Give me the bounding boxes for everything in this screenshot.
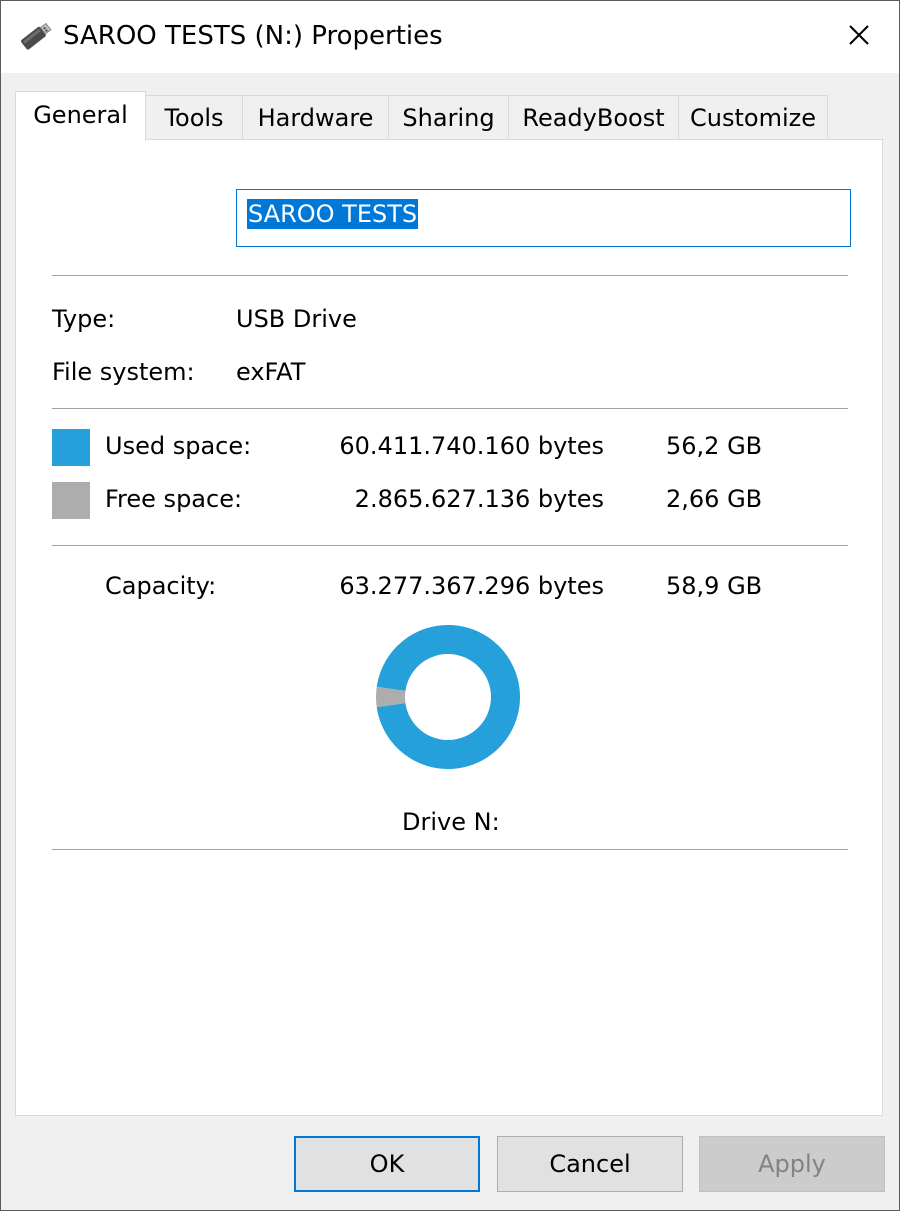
- used-space-label: Used space:: [105, 432, 252, 460]
- divider: [52, 408, 848, 409]
- capacity-label: Capacity:: [105, 572, 217, 600]
- tab-hardware[interactable]: Hardware: [242, 95, 389, 139]
- free-space-swatch: [52, 482, 90, 519]
- properties-window: SAROO TESTS (N:) Properties General Tool…: [0, 0, 900, 1211]
- drive-name-input[interactable]: SAROO TESTS: [236, 189, 851, 247]
- used-space-gb: 56,2 GB: [666, 432, 763, 460]
- apply-button[interactable]: Apply: [699, 1136, 885, 1192]
- free-space-gb: 2,66 GB: [666, 485, 763, 513]
- close-icon: [848, 24, 870, 50]
- tab-tools[interactable]: Tools: [145, 95, 243, 139]
- capacity-bytes: 63.277.367.296 bytes: [339, 572, 604, 600]
- usage-donut-chart: [376, 625, 520, 769]
- used-space-swatch: [52, 429, 90, 466]
- free-space-label: Free space:: [105, 485, 243, 513]
- close-button[interactable]: [819, 1, 899, 73]
- file-system-label: File system:: [52, 358, 195, 386]
- divider: [52, 849, 848, 850]
- used-space-bytes: 60.411.740.160 bytes: [339, 432, 604, 460]
- usb-drive-icon: [15, 19, 55, 55]
- free-space-bytes: 2.865.627.136 bytes: [354, 485, 604, 513]
- drive-caption: Drive N:: [402, 808, 500, 836]
- general-panel: SAROO TESTS Type: USB Drive File system:…: [15, 139, 883, 1116]
- window-title: SAROO TESTS (N:) Properties: [63, 21, 443, 51]
- file-system-value: exFAT: [236, 358, 306, 386]
- type-value: USB Drive: [236, 305, 357, 333]
- cancel-button[interactable]: Cancel: [497, 1136, 683, 1192]
- tab-sharing[interactable]: Sharing: [388, 95, 509, 139]
- tab-readyboost[interactable]: ReadyBoost: [508, 95, 679, 139]
- tab-customize[interactable]: Customize: [678, 95, 828, 139]
- title-bar[interactable]: SAROO TESTS (N:) Properties: [1, 1, 899, 73]
- type-label: Type:: [52, 305, 116, 333]
- capacity-gb: 58,9 GB: [666, 572, 763, 600]
- tab-general[interactable]: General: [15, 91, 146, 141]
- drive-name-text: SAROO TESTS: [247, 199, 419, 229]
- divider: [52, 275, 848, 276]
- ok-button[interactable]: OK: [294, 1136, 480, 1192]
- divider: [52, 545, 848, 546]
